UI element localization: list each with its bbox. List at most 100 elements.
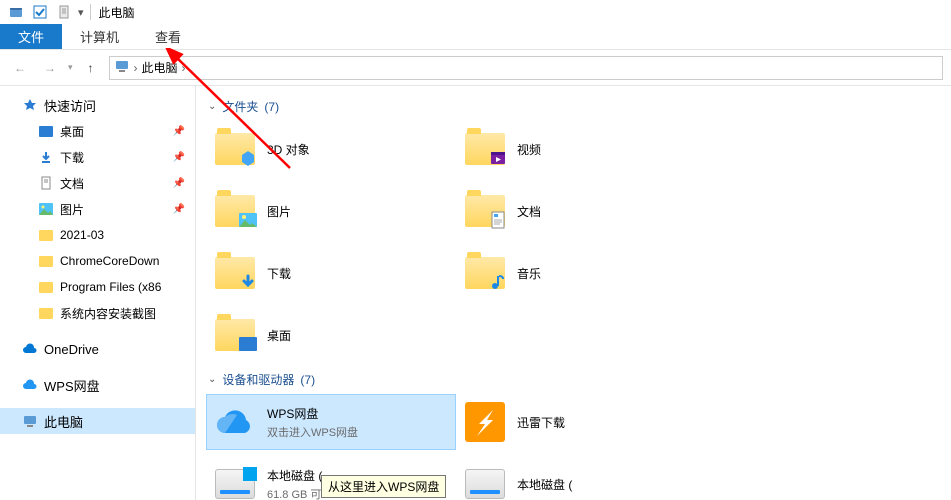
qat-dropdown[interactable]: ▾: [78, 6, 84, 19]
desktop-icon: [38, 123, 54, 139]
sidebar-onedrive[interactable]: OneDrive: [0, 336, 195, 362]
sidebar-item-folder[interactable]: 系统内容安装截图: [0, 300, 195, 326]
group-count: (7): [300, 373, 315, 387]
document-icon: [38, 175, 54, 191]
sidebar-item-documents[interactable]: 文档 📌: [0, 170, 195, 196]
folder-videos[interactable]: 视频: [456, 121, 706, 177]
navigation-pane: 快速访问 桌面 📌 下载 📌 文档 📌 图片 📌 2021-03 C: [0, 86, 196, 500]
item-label: 音乐: [517, 265, 541, 282]
pin-icon: 📌: [173, 152, 185, 163]
drive-wps[interactable]: WPS网盘 双击进入WPS网盘: [206, 394, 456, 450]
caret-down-icon: ⌄: [208, 101, 216, 112]
sidebar-thispc[interactable]: 此电脑: [0, 408, 195, 434]
item-label: 桌面: [267, 327, 291, 344]
download-icon: [38, 149, 54, 165]
sidebar-wps[interactable]: WPS网盘: [0, 372, 195, 398]
drive-xunlei[interactable]: 迅雷下载: [456, 394, 706, 450]
address-bar[interactable]: › 此电脑 ›: [109, 56, 943, 80]
drives-grid: WPS网盘 双击进入WPS网盘 迅雷下载 本地磁盘 ( 61.8 GB 可 本地…: [206, 394, 941, 500]
item-label: 本地磁盘 (: [267, 467, 322, 484]
properties-icon[interactable]: [56, 4, 72, 20]
drive-icon: [463, 462, 507, 500]
pin-icon: 📌: [173, 204, 185, 215]
sidebar-item-label: 文档: [60, 175, 84, 192]
xunlei-icon: [463, 400, 507, 444]
thispc-icon: [22, 413, 38, 429]
cloud-icon: [22, 377, 38, 393]
nav-forward[interactable]: →: [38, 56, 62, 80]
sidebar-item-desktop[interactable]: 桌面 📌: [0, 118, 195, 144]
folder-icon: [38, 227, 54, 243]
chevron-right-icon[interactable]: ›: [182, 61, 186, 75]
thispc-icon: [114, 58, 130, 77]
title-bar: ▾ 此电脑: [0, 0, 951, 24]
sidebar-item-pictures[interactable]: 图片 📌: [0, 196, 195, 222]
group-header-drives[interactable]: ⌄ 设备和驱动器 (7): [208, 371, 941, 388]
breadcrumb-root[interactable]: 此电脑: [142, 59, 178, 76]
tab-computer[interactable]: 计算机: [62, 24, 137, 49]
sidebar-item-label: 下载: [60, 149, 84, 166]
chevron-right-icon[interactable]: ›: [134, 61, 138, 75]
folder-desktop[interactable]: 桌面: [206, 307, 456, 363]
group-header-folders[interactable]: ⌄ 文件夹 (7): [208, 98, 941, 115]
pin-icon: 📌: [173, 126, 185, 137]
picture-icon: [38, 201, 54, 217]
folder-icon: [213, 251, 257, 295]
sidebar-quick-access[interactable]: 快速访问: [0, 92, 195, 118]
folder-3d-objects[interactable]: 3D 对象: [206, 121, 456, 177]
sidebar-item-label: ChromeCoreDown: [60, 254, 159, 268]
nav-history-dropdown[interactable]: ▾: [68, 62, 73, 73]
tab-view[interactable]: 查看: [137, 24, 199, 49]
system-menu-icon[interactable]: [8, 4, 24, 20]
tooltip: 从这里进入WPS网盘: [321, 475, 446, 498]
group-title: 文件夹: [222, 98, 258, 115]
item-label: 视频: [517, 141, 541, 158]
group-count: (7): [264, 100, 279, 114]
item-label: 本地磁盘 (: [517, 476, 572, 493]
folder-pictures[interactable]: 图片: [206, 183, 456, 239]
window-title: 此电脑: [99, 4, 135, 21]
cloud-icon: [22, 341, 38, 357]
sidebar-label: 快速访问: [44, 96, 96, 115]
navigation-bar: ← → ▾ ↑ › 此电脑 ›: [0, 50, 951, 86]
item-sublabel: 61.8 GB 可: [267, 486, 322, 500]
sidebar-item-label: Program Files (x86: [60, 280, 161, 294]
checkbox-icon[interactable]: [32, 4, 48, 20]
folders-grid: 3D 对象 视频 图片 文档 下载 音乐: [206, 121, 941, 363]
sidebar-item-label: 系统内容安装截图: [60, 305, 156, 322]
drive-local[interactable]: 本地磁盘 (: [456, 456, 706, 500]
drive-icon: [213, 462, 257, 500]
folder-icon: [463, 189, 507, 233]
sidebar-item-label: 图片: [60, 201, 84, 218]
sidebar-item-label: 桌面: [60, 123, 84, 140]
content-pane: ⌄ 文件夹 (7) 3D 对象 视频 图片 文档 下载: [196, 86, 951, 500]
main-area: 快速访问 桌面 📌 下载 📌 文档 📌 图片 📌 2021-03 C: [0, 86, 951, 500]
item-sublabel: 双击进入WPS网盘: [267, 424, 358, 440]
folder-icon: [213, 313, 257, 357]
folder-music[interactable]: 音乐: [456, 245, 706, 301]
sidebar-item-label: 2021-03: [60, 228, 104, 242]
sidebar-label: 此电脑: [44, 412, 83, 431]
item-label: 下载: [267, 265, 291, 282]
nav-back[interactable]: ←: [8, 56, 32, 80]
pin-icon: 📌: [173, 178, 185, 189]
folder-icon: [213, 189, 257, 233]
folder-icon: [463, 127, 507, 171]
sidebar-item-folder[interactable]: Program Files (x86: [0, 274, 195, 300]
sidebar-label: OneDrive: [44, 342, 99, 357]
item-label: 图片: [267, 203, 291, 220]
item-label: 3D 对象: [267, 141, 310, 158]
folder-icon: [38, 279, 54, 295]
folder-icon: [213, 127, 257, 171]
folder-icon: [38, 253, 54, 269]
folder-downloads[interactable]: 下载: [206, 245, 456, 301]
sidebar-item-folder[interactable]: ChromeCoreDown: [0, 248, 195, 274]
group-title: 设备和驱动器: [222, 371, 294, 388]
sidebar-label: WPS网盘: [44, 376, 100, 395]
sidebar-item-folder[interactable]: 2021-03: [0, 222, 195, 248]
nav-up[interactable]: ↑: [79, 56, 103, 80]
sidebar-item-downloads[interactable]: 下载 📌: [0, 144, 195, 170]
folder-documents[interactable]: 文档: [456, 183, 706, 239]
tab-file[interactable]: 文件: [0, 24, 62, 49]
folder-icon: [463, 251, 507, 295]
